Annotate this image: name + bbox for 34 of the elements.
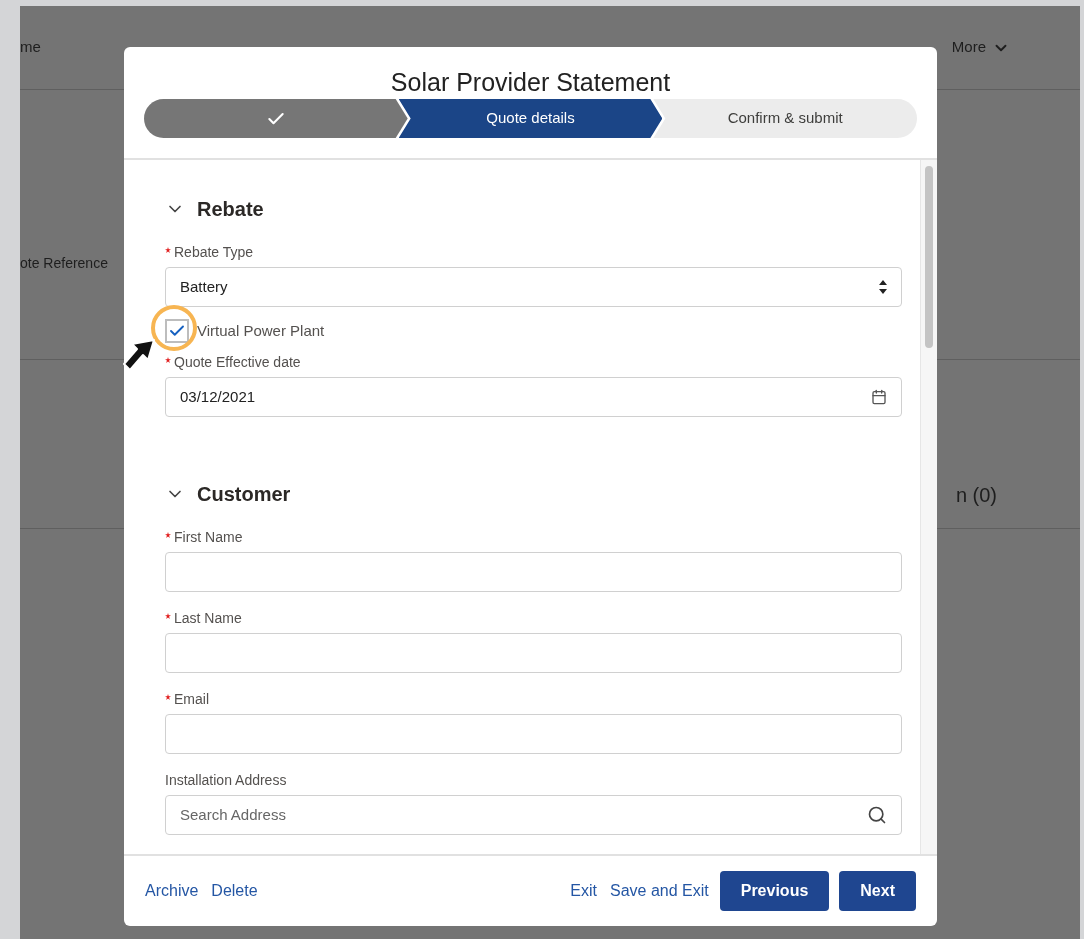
calendar-icon (871, 389, 887, 405)
date-field[interactable]: 03/12/2021 (165, 377, 902, 417)
select-field[interactable]: Battery (165, 267, 902, 307)
checkbox[interactable] (165, 319, 189, 343)
text-field[interactable] (165, 633, 902, 673)
text-field[interactable] (165, 714, 902, 754)
progress-step[interactable] (144, 99, 408, 138)
related-list-title: n (0) (955, 483, 997, 508)
field-label: ote Reference (20, 254, 108, 273)
footer-link[interactable]: Exit (570, 879, 597, 903)
search-field[interactable]: Search Address (165, 795, 902, 835)
footer-link[interactable]: Archive (145, 879, 199, 903)
footer-link[interactable]: Delete (211, 879, 258, 903)
field-label: First Name (174, 530, 243, 544)
section-title: Customer (197, 482, 291, 507)
checkbox-label: Virtual Power Plant (197, 320, 325, 341)
field-label: Email (174, 692, 209, 706)
footer-button[interactable]: Previous (719, 871, 830, 911)
footer-button[interactable]: Next (839, 871, 916, 911)
modal-title: Solar Provider Statement (389, 67, 672, 97)
footer-link[interactable]: Save and Exit (610, 879, 709, 903)
scrollbar-thumb[interactable] (925, 166, 933, 348)
nav-item[interactable]: More (951, 36, 1010, 59)
progress-step[interactable]: Confirm & submit (653, 99, 917, 138)
text-field[interactable] (165, 552, 902, 592)
search-icon (867, 805, 887, 825)
nav-item[interactable]: me (20, 36, 41, 59)
field-label: Last Name (174, 611, 242, 625)
section-title: Rebate (197, 197, 264, 222)
field-label: Quote Effective date (174, 355, 301, 369)
field-label: Installation Address (165, 773, 287, 787)
field-label: Rebate Type (174, 245, 254, 259)
sort-arrows-icon (879, 279, 887, 295)
progress-step[interactable]: Quote details (398, 99, 663, 138)
